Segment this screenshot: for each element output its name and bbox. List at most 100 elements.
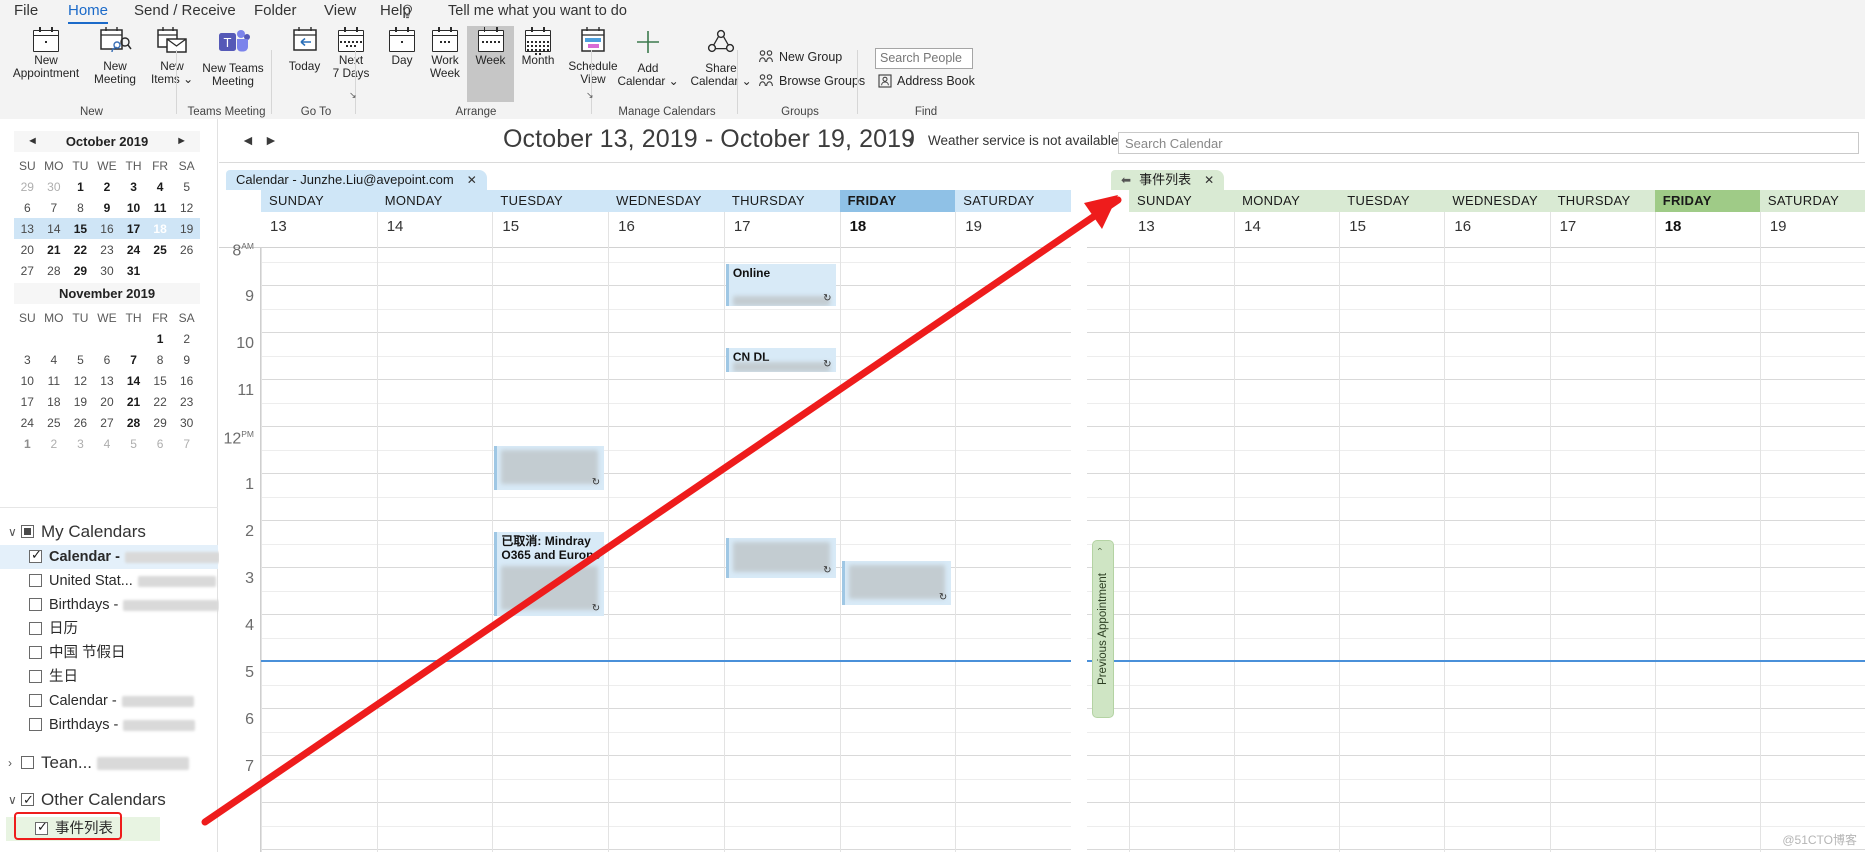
mini-calendar-day[interactable]: 27 [94, 412, 121, 433]
calendar-checkbox[interactable] [29, 670, 42, 683]
mini-calendar-day[interactable]: 1 [147, 328, 174, 349]
mini-calendar-day[interactable]: 30 [94, 260, 121, 281]
mini-calendar-day[interactable]: 4 [147, 176, 174, 197]
day-header-wednesday[interactable]: WEDNESDAY [1444, 190, 1550, 212]
mini-calendar-day[interactable]: 15 [67, 218, 94, 239]
menu-view[interactable]: View [318, 0, 362, 24]
mini-calendar-day[interactable]: 18 [146, 218, 174, 239]
mini-calendar-day[interactable]: 14 [40, 218, 68, 239]
date-number[interactable]: 19 [1759, 212, 1865, 248]
mini-calendar-day[interactable]: 11 [41, 370, 68, 391]
mini-calendar-day[interactable]: 21 [120, 391, 147, 412]
mini-calendar-day[interactable]: 3 [67, 433, 94, 454]
team-group[interactable]: › Tean... [0, 749, 218, 776]
day-header-sunday[interactable]: SUNDAY [1129, 190, 1235, 212]
mini-calendar-day[interactable]: 30 [41, 176, 68, 197]
mini-calendar-day[interactable]: 18 [41, 391, 68, 412]
time-grid-primary[interactable]: Online ↻ CN DL ↻ ↻ 已取消: Mindray O365 and Euro… [219, 248, 1071, 852]
tell-me-box[interactable]: Tell me what you want to do [448, 0, 627, 24]
mini-calendar-day[interactable]: 8 [67, 197, 94, 218]
appt-mindray[interactable]: 已取消: Mindray O365 and Europe ↻ [494, 532, 605, 616]
date-number[interactable]: 16 [1444, 212, 1549, 248]
time-grid-secondary[interactable] [1087, 248, 1865, 852]
date-number[interactable]: 15 [492, 212, 608, 248]
other-calendars-group[interactable]: ∨ Other Calendars [0, 786, 218, 813]
day-header-tuesday[interactable]: TUESDAY [492, 190, 609, 212]
mini-calendar-day[interactable] [94, 328, 121, 349]
mini-calendar-day[interactable]: 29 [147, 412, 174, 433]
appt-online[interactable]: Online ↻ [725, 264, 836, 306]
day-header-tuesday[interactable]: TUESDAY [1339, 190, 1445, 212]
menu-home[interactable]: Home [62, 0, 114, 24]
mini-calendar-day[interactable]: 23 [173, 391, 200, 412]
calendar-checkbox[interactable] [29, 574, 42, 587]
mini-calendar-day[interactable]: 21 [41, 239, 68, 260]
mini-calendar-day[interactable]: 7 [173, 433, 200, 454]
mini-calendar-day[interactable]: 26 [173, 239, 200, 260]
mini-calendar-day[interactable]: 3 [120, 176, 147, 197]
group-checkbox[interactable] [21, 756, 34, 769]
mini-calendar-day[interactable]: 12 [67, 370, 94, 391]
mini-calendar-day[interactable]: 22 [67, 239, 94, 260]
mini-calendar-day[interactable]: 1 [14, 433, 41, 454]
date-number[interactable]: 18 [839, 212, 956, 248]
day-header-monday[interactable]: MONDAY [376, 190, 493, 212]
calendar-list-item[interactable]: 中国 节假日 [0, 641, 218, 665]
calendar-list-item[interactable]: Calendar - [0, 689, 218, 713]
mini-calendar-day[interactable]: 16 [93, 218, 121, 239]
arrange-dialog-launcher[interactable]: ↘ [586, 90, 594, 101]
mini-calendar-day[interactable]: 16 [173, 370, 200, 391]
date-number[interactable]: 19 [955, 212, 1071, 248]
calendar-checkbox[interactable] [29, 545, 42, 564]
mini-calendar-day[interactable] [67, 328, 94, 349]
day-header-sunday[interactable]: SUNDAY [261, 190, 377, 212]
mini-calendar-day[interactable]: 20 [94, 391, 121, 412]
menu-send-receive[interactable]: Send / Receive [128, 0, 242, 24]
mini-calendar-day[interactable]: 24 [120, 239, 147, 260]
appt-blurred-tue[interactable]: ↻ [494, 446, 605, 490]
calendar-list-item[interactable]: United Stat... [0, 569, 218, 593]
mini-calendar-day[interactable]: 30 [173, 412, 200, 433]
mini-calendar-day[interactable]: 2 [94, 176, 121, 197]
appt-thu-afternoon[interactable]: ↻ [725, 538, 836, 578]
calendar-list-item[interactable]: Birthdays - [0, 713, 218, 737]
mini-calendar-day[interactable]: 27 [14, 260, 41, 281]
weather-options-caret-icon[interactable]: ▾ [908, 136, 913, 147]
twisty-icon[interactable]: ∨ [8, 519, 21, 546]
mini-calendar-prev-icon[interactable]: ◄ [27, 131, 38, 152]
date-number[interactable]: 16 [608, 212, 724, 248]
mini-calendar-day[interactable]: 25 [41, 412, 68, 433]
mini-calendar-day[interactable]: 12 [173, 197, 200, 218]
date-number[interactable]: 17 [1549, 212, 1655, 248]
mini-calendar-day[interactable]: 19 [67, 391, 94, 412]
calendar-list-item[interactable]: 日历 [0, 617, 218, 641]
calendar-checkbox[interactable] [29, 718, 42, 731]
mini-calendar-day[interactable]: 10 [14, 370, 41, 391]
date-number[interactable]: 13 [1129, 212, 1234, 248]
appt-cn-dl[interactable]: CN DL ↻ [725, 348, 836, 372]
day-header-wednesday[interactable]: WEDNESDAY [608, 190, 724, 212]
mini-calendar-day[interactable]: 8 [147, 349, 174, 370]
calendar-tab-primary[interactable]: Calendar - Junzhe.Liu@avepoint.com ✕ [226, 170, 487, 190]
mini-calendar-day[interactable]: 19 [173, 218, 200, 239]
mini-calendar-day[interactable]: 23 [94, 239, 121, 260]
previous-week-button[interactable]: ◄ [241, 132, 255, 148]
menu-file[interactable]: File [8, 0, 44, 24]
mini-calendar-day[interactable]: 17 [120, 218, 147, 239]
go-to-dialog-launcher[interactable]: ↘ [349, 90, 357, 101]
day-header-thursday[interactable]: THURSDAY [1549, 190, 1655, 212]
mini-calendar-day[interactable]: 4 [94, 433, 121, 454]
day-header-saturday[interactable]: SATURDAY [1759, 190, 1865, 212]
day-header-thursday[interactable]: THURSDAY [723, 190, 840, 212]
date-number[interactable]: 14 [376, 212, 493, 248]
mini-calendar-day[interactable]: 2 [41, 433, 68, 454]
mini-calendar-day[interactable] [173, 260, 200, 281]
day-header-saturday[interactable]: SATURDAY [955, 190, 1071, 212]
mini-calendar-day[interactable]: 11 [147, 197, 174, 218]
mini-calendar-day[interactable]: 9 [173, 349, 200, 370]
mini-calendar-day[interactable]: 5 [173, 176, 200, 197]
twisty-icon[interactable]: › [8, 750, 21, 777]
twisty-icon[interactable]: ∨ [8, 787, 21, 814]
mini-calendar-title[interactable]: November 2019 [59, 286, 155, 301]
mini-calendar-next-icon[interactable]: ► [176, 131, 187, 152]
